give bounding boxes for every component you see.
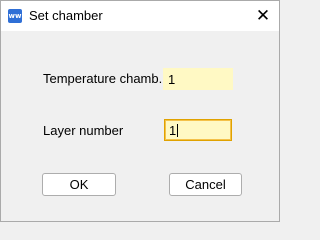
layer-number-label: Layer number — [43, 123, 124, 138]
window-title: Set chamber — [29, 8, 103, 23]
close-icon: ✕ — [255, 6, 271, 26]
cancel-button[interactable]: Cancel — [169, 173, 242, 196]
temperature-chamber-input[interactable]: 1 — [163, 68, 233, 90]
app-icon: ww — [8, 9, 22, 23]
close-button[interactable]: ✕ — [251, 4, 275, 28]
layer-number-input[interactable]: 1 — [164, 119, 232, 141]
ok-button[interactable]: OK — [42, 173, 116, 196]
set-chamber-dialog: ww Set chamber ✕ Temperature chamb. 1 La… — [0, 0, 280, 222]
temperature-chamber-label: Temperature chamb. — [43, 71, 163, 86]
temperature-chamber-value: 1 — [168, 72, 176, 87]
title-bar[interactable]: ww Set chamber ✕ — [1, 1, 279, 31]
text-caret — [177, 124, 179, 137]
layer-number-value: 1 — [169, 123, 177, 138]
